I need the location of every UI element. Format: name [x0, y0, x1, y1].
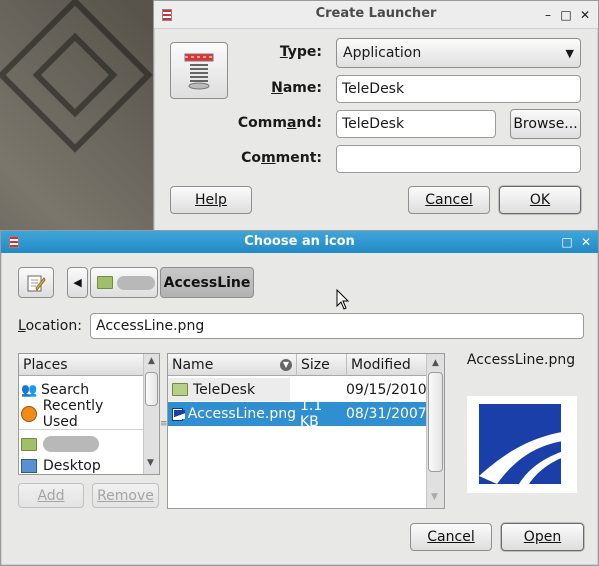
places-separator: [19, 429, 143, 430]
command-input[interactable]: TeleDesk: [336, 110, 496, 138]
redacted-place-label: [43, 436, 99, 452]
scroll-up-icon[interactable]: ▲: [427, 358, 444, 368]
ok-button[interactable]: OK: [499, 186, 581, 214]
remove-label: Remove: [97, 487, 154, 504]
cancel-label: Cancel: [425, 192, 473, 208]
desktop-icon: [21, 459, 37, 473]
scrollbar-thumb[interactable]: [145, 372, 158, 406]
edit-location-button[interactable]: [18, 267, 54, 298]
path-back-button[interactable]: ◀: [67, 267, 88, 298]
file-size: 1.1 KB: [300, 398, 323, 430]
files-scrollbar[interactable]: ▲ ▼: [426, 354, 444, 508]
command-label: Command:: [237, 115, 322, 131]
maximize-icon[interactable]: □: [559, 234, 575, 250]
spring-icon: [184, 53, 214, 89]
places-item-home[interactable]: [21, 433, 141, 455]
maximize-icon[interactable]: □: [558, 7, 574, 23]
path-current-button[interactable]: AccessLine: [160, 267, 254, 298]
folder-icon: [172, 383, 188, 396]
chooser-cancel-button[interactable]: Cancel: [410, 523, 492, 551]
places-header-label: Places: [23, 356, 68, 373]
choose-icon-window: Choose an icon □ ✕ ◀ AccessLine Location…: [0, 230, 599, 566]
open-button[interactable]: Open: [501, 523, 584, 551]
browse-label: Browse...: [513, 116, 578, 132]
places-header[interactable]: Places: [19, 354, 143, 376]
ok-label: OK: [529, 192, 551, 208]
add-label: Add: [37, 487, 65, 504]
minimize-icon[interactable]: –: [540, 7, 556, 23]
column-modified-label: Modified: [351, 356, 411, 373]
help-button[interactable]: Help: [170, 186, 252, 214]
location-value: AccessLine.png: [96, 318, 205, 334]
browse-button[interactable]: Browse...: [510, 109, 581, 139]
file-name: AccessLine.png: [187, 406, 296, 422]
places-item-recently-used[interactable]: Recently Used: [21, 398, 141, 430]
left-arrow-icon: ◀: [73, 276, 82, 289]
remove-bookmark-button[interactable]: Remove: [92, 483, 159, 508]
scroll-up-icon[interactable]: ▲: [144, 356, 159, 366]
create-launcher-titlebar[interactable]: Create Launcher: [154, 1, 598, 29]
location-label: Location:: [18, 318, 82, 334]
column-header-modified[interactable]: Modified: [346, 354, 426, 376]
places-item-desktop[interactable]: Desktop: [21, 457, 141, 475]
scrollbar-thumb[interactable]: [428, 372, 443, 472]
cancel-label: Cancel: [427, 529, 475, 545]
column-name-label: Name: [172, 356, 214, 373]
file-row-selected[interactable]: AccessLine.png 1.1 KB 08/31/2007: [168, 398, 427, 430]
places-scrollbar[interactable]: ▲ ▼: [143, 354, 159, 474]
close-icon[interactable]: ✕: [577, 7, 593, 23]
type-value: Application: [343, 45, 422, 61]
app-menu-icon[interactable]: [162, 9, 172, 21]
type-label: Type:: [279, 44, 322, 60]
add-bookmark-button[interactable]: Add: [18, 483, 84, 508]
location-input[interactable]: AccessLine.png: [90, 313, 584, 339]
folder-icon: [97, 276, 113, 289]
places-item-label: Desktop: [43, 458, 101, 474]
scroll-down-icon[interactable]: ▼: [431, 492, 438, 502]
close-icon[interactable]: ✕: [578, 234, 594, 250]
open-label: Open: [523, 529, 562, 545]
app-menu-icon[interactable]: [9, 236, 19, 248]
launcher-cancel-button[interactable]: Cancel: [408, 186, 490, 214]
dropdown-arrow-icon: ▼: [565, 46, 574, 60]
window-title: Choose an icon: [244, 234, 355, 249]
file-name: TeleDesk: [193, 381, 256, 398]
comment-input[interactable]: [336, 145, 581, 173]
file-modified: 09/15/2010: [346, 381, 427, 398]
search-icon: 👥: [21, 382, 38, 398]
window-title: Create Launcher: [315, 6, 437, 21]
column-size-label: Size: [301, 356, 330, 373]
type-combobox[interactable]: Application ▼: [336, 38, 581, 68]
preview-image: [467, 396, 577, 493]
choose-icon-titlebar[interactable]: Choose an icon: [1, 231, 598, 253]
places-pane: Places 👥 Search Recently Used Desktop ▲ …: [18, 353, 160, 475]
accessline-logo-icon: [479, 404, 573, 484]
name-value: TeleDesk: [342, 81, 405, 97]
command-value: TeleDesk: [342, 116, 405, 132]
launcher-icon-button[interactable]: [170, 42, 228, 99]
path-home-button[interactable]: [90, 267, 158, 298]
help-label: Help: [195, 192, 227, 208]
places-item-label: Search: [41, 382, 90, 398]
places-item-label: Recently Used: [42, 398, 104, 430]
comment-label: Comment:: [241, 150, 322, 166]
files-pane: Name ▼ Size Modified TeleDesk 09/15/2010…: [167, 353, 445, 509]
pencil-paper-icon: [27, 275, 46, 291]
mouse-cursor-icon: [336, 289, 350, 310]
create-launcher-window: Create Launcher – □ ✕ Type: Application …: [153, 0, 599, 232]
name-input[interactable]: TeleDesk: [336, 75, 581, 103]
name-label: Name:: [271, 80, 322, 96]
column-header-size[interactable]: Size: [296, 354, 346, 376]
redacted-path-label: [117, 275, 155, 290]
image-icon: [172, 407, 185, 421]
sort-descending-icon: ▼: [280, 358, 292, 371]
path-current-label: AccessLine: [163, 274, 251, 291]
clock-icon: [21, 406, 37, 422]
preview-label: AccessLine.png: [466, 352, 576, 368]
column-header-name[interactable]: Name ▼: [168, 354, 296, 376]
file-modified: 08/31/2007: [346, 406, 427, 422]
folder-icon: [21, 437, 37, 451]
scroll-down-icon[interactable]: ▼: [147, 458, 154, 468]
